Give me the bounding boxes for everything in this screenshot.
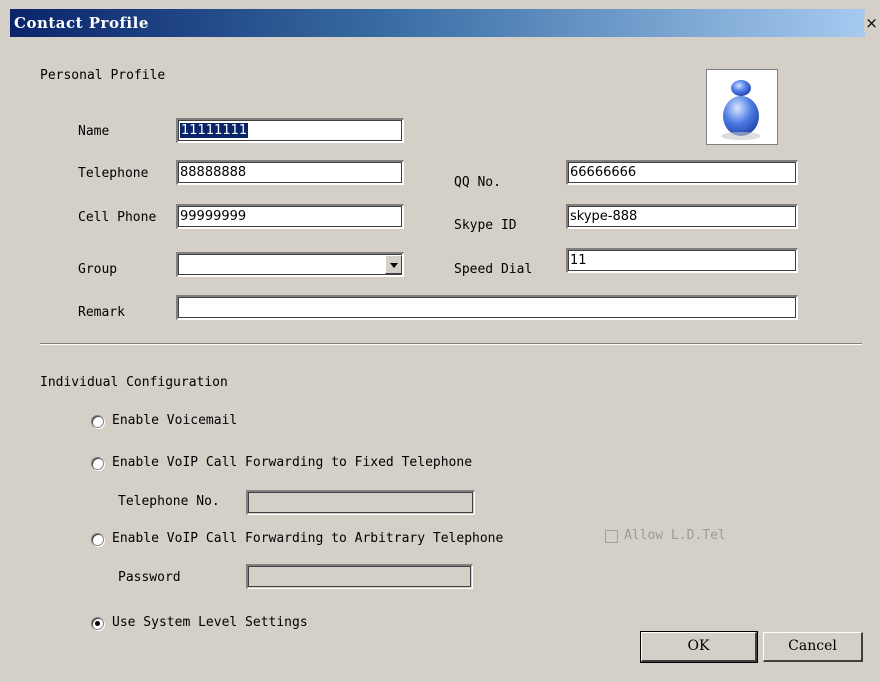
remark-label: Remark bbox=[78, 305, 125, 320]
allow-ld-tel-checkbox[interactable] bbox=[605, 530, 618, 543]
allow-ld-tel-label: Allow L.D.Tel bbox=[624, 528, 726, 543]
password-label: Password bbox=[118, 570, 181, 585]
skype-field[interactable]: skype-888 bbox=[566, 204, 798, 229]
qq-label: QQ No. bbox=[454, 175, 501, 190]
cell-phone-label: Cell Phone bbox=[78, 210, 157, 225]
radio-enable-voicemail[interactable] bbox=[91, 415, 104, 428]
cell-phone-field[interactable]: 99999999 bbox=[176, 204, 404, 229]
group-label: Group bbox=[78, 262, 118, 277]
avatar bbox=[706, 69, 778, 145]
group-select[interactable] bbox=[176, 252, 404, 277]
telephone-no-field[interactable] bbox=[246, 490, 475, 515]
individual-config-heading: Individual Configuration bbox=[40, 375, 228, 390]
title-bar: Contact Profile bbox=[10, 9, 865, 37]
section-divider bbox=[40, 343, 862, 345]
name-field[interactable]: 11111111 bbox=[176, 118, 404, 143]
qq-field[interactable]: 66666666 bbox=[566, 160, 798, 185]
contact-profile-dialog: Contact Profile × Personal Profile Name … bbox=[0, 0, 879, 682]
close-icon: × bbox=[865, 14, 878, 32]
speed-dial-label: Speed Dial bbox=[454, 262, 533, 277]
remark-field[interactable] bbox=[176, 295, 798, 320]
close-button[interactable]: × bbox=[864, 14, 879, 32]
name-label: Name bbox=[78, 124, 110, 139]
telephone-label: Telephone bbox=[78, 166, 149, 181]
forward-fixed-label[interactable]: Enable VoIP Call Forwarding to Fixed Tel… bbox=[112, 455, 472, 470]
radio-forward-arbitrary[interactable] bbox=[91, 533, 104, 546]
telephone-field[interactable]: 88888888 bbox=[176, 160, 404, 185]
password-field[interactable] bbox=[246, 564, 473, 589]
speed-dial-field[interactable]: 11 bbox=[566, 248, 798, 273]
enable-voicemail-label[interactable]: Enable Voicemail bbox=[112, 413, 237, 428]
telephone-no-label: Telephone No. bbox=[118, 494, 220, 509]
window-title: Contact Profile bbox=[14, 14, 149, 32]
chevron-down-icon[interactable] bbox=[385, 255, 402, 274]
personal-profile-heading: Personal Profile bbox=[40, 68, 166, 83]
cancel-button[interactable]: Cancel bbox=[763, 632, 863, 662]
system-level-label[interactable]: Use System Level Settings bbox=[112, 615, 308, 630]
forward-arbitrary-label[interactable]: Enable VoIP Call Forwarding to Arbitrary… bbox=[112, 531, 503, 546]
skype-label: Skype ID bbox=[454, 218, 517, 233]
ok-button[interactable]: OK bbox=[640, 631, 758, 663]
name-value: 11111111 bbox=[180, 123, 249, 138]
user-avatar-icon bbox=[721, 80, 761, 140]
radio-forward-fixed[interactable] bbox=[91, 457, 104, 470]
radio-system-level[interactable] bbox=[91, 617, 104, 630]
